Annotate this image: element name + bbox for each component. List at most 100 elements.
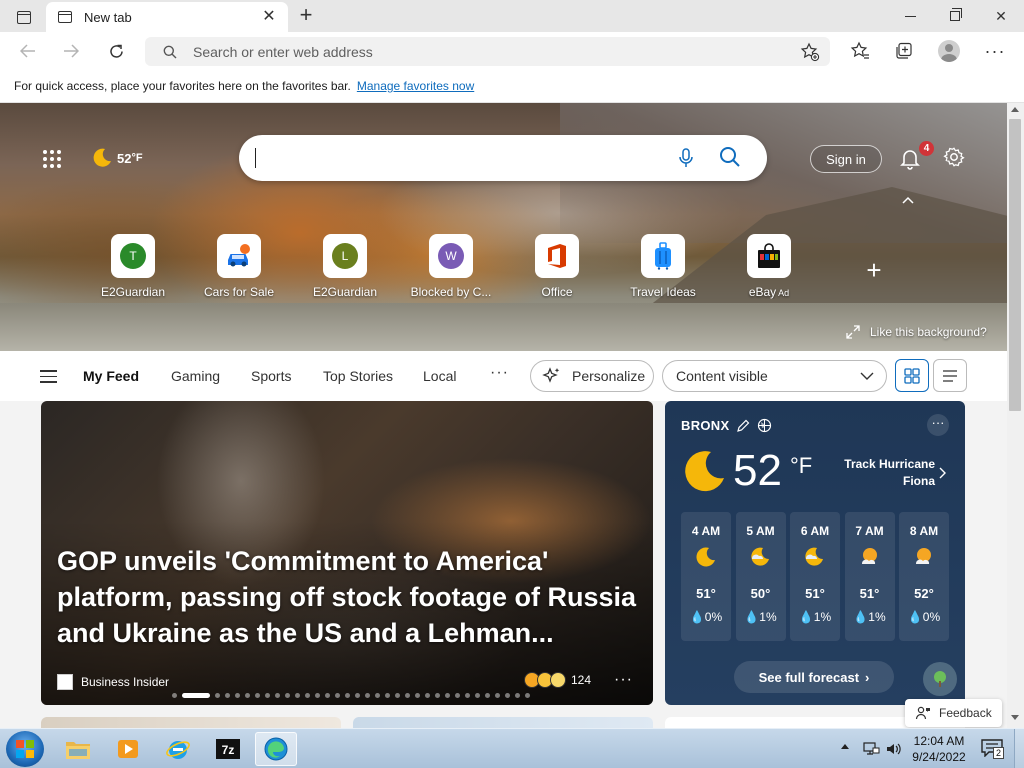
globe-icon[interactable]	[757, 418, 772, 433]
reactions-button[interactable]: 124	[524, 672, 591, 688]
taskbar-internet-explorer[interactable]	[157, 732, 199, 766]
network-icon[interactable]	[862, 740, 880, 758]
media-player-icon	[118, 740, 138, 758]
web-search-input[interactable]	[259, 143, 659, 173]
address-bar[interactable]: Search or enter web address	[145, 37, 830, 66]
hour-precip-value: 0%	[922, 610, 941, 624]
edit-pencil-icon[interactable]	[736, 419, 750, 433]
hour-precip-value: 0%	[704, 610, 723, 624]
list-view-button[interactable]	[933, 359, 967, 392]
new-tab-favicon-icon	[58, 11, 72, 23]
hurricane-alert-link[interactable]: Track Hurricane Fiona	[835, 456, 935, 490]
scroll-up-arrow-icon[interactable]	[1011, 107, 1019, 112]
grid-view-button[interactable]	[895, 359, 929, 392]
card-more-options-button[interactable]: ···	[614, 671, 633, 689]
add-favorite-icon[interactable]	[800, 42, 820, 62]
show-desktop-button[interactable]	[1014, 729, 1024, 768]
news-card-preview[interactable]	[353, 717, 653, 728]
feed-tab-my-feed[interactable]: My Feed	[83, 368, 139, 384]
tab-new-tab[interactable]: New tab ✕	[46, 2, 288, 32]
tree-badge-icon[interactable]	[923, 662, 957, 696]
page-settings-gear-icon[interactable]	[943, 146, 965, 168]
tab-close-icon[interactable]: ✕	[260, 8, 278, 26]
quick-link-e2guardian-2[interactable]: L E2Guardian	[300, 234, 390, 299]
list-view-icon	[943, 369, 957, 382]
see-full-forecast-button[interactable]: See full forecast ›	[734, 661, 894, 693]
hour-temp: 52°	[914, 586, 934, 601]
volume-icon[interactable]	[885, 740, 903, 758]
featured-news-card[interactable]: GOP unveils 'Commitment to America' plat…	[41, 401, 653, 705]
hourly-forecast-item[interactable]: 5 AM 50° 💧1%	[735, 512, 786, 641]
news-source[interactable]: Business Insider	[57, 674, 169, 690]
address-placeholder: Search or enter web address	[193, 43, 373, 60]
moon-icon	[685, 451, 724, 492]
collections-button[interactable]	[893, 41, 915, 61]
feed-tab-sports[interactable]: Sports	[251, 368, 291, 384]
start-button[interactable]	[6, 731, 44, 767]
weather-card[interactable]: BRONX ··· 52 °F Track Hurricane Fiona 4 …	[665, 401, 965, 705]
hourly-forecast-item[interactable]: 8 AM 52° 💧0%	[899, 512, 949, 641]
show-hidden-icons-arrow[interactable]	[841, 744, 849, 749]
personalize-button[interactable]: Personalize	[530, 360, 654, 392]
feed-more-button[interactable]: ···	[490, 364, 509, 382]
add-quick-link-button[interactable]: +	[862, 257, 886, 283]
feed-tab-top-stories[interactable]: Top Stories	[323, 368, 393, 384]
feed-tab-local[interactable]: Local	[423, 368, 456, 384]
quick-link-travel-ideas[interactable]: Travel Ideas	[618, 234, 708, 299]
manage-favorites-link[interactable]: Manage favorites now	[357, 79, 474, 93]
settings-and-more-button[interactable]: ···	[984, 41, 1006, 61]
close-window-button[interactable]: ✕	[978, 4, 1024, 28]
search-button-icon[interactable]	[719, 146, 741, 168]
scroll-down-arrow-icon[interactable]	[1011, 715, 1019, 720]
like-background-button[interactable]: Like this background?	[846, 325, 987, 339]
quick-link-cars-for-sale[interactable]: Cars for Sale	[194, 234, 284, 299]
microphone-icon[interactable]	[677, 148, 695, 168]
hamburger-menu-icon[interactable]	[40, 370, 58, 383]
new-tab-button[interactable]: +	[294, 4, 318, 28]
scroll-thumb[interactable]	[1009, 119, 1021, 411]
feedback-button[interactable]: Feedback	[905, 699, 1002, 727]
featured-headline[interactable]: GOP unveils 'Commitment to America' plat…	[57, 543, 647, 651]
hourly-forecast-item[interactable]: 4 AM 51° 💧0%	[681, 512, 731, 641]
weather-location[interactable]: BRONX	[681, 418, 772, 433]
clock-time: 12:04 AM	[913, 734, 965, 748]
taskbar-clock[interactable]: 12:04 AM 9/24/2022	[906, 733, 972, 765]
quick-link-office[interactable]: Office	[512, 234, 602, 299]
thinking-emoji-icon	[550, 672, 566, 688]
minimize-button[interactable]	[887, 4, 933, 28]
web-search-box[interactable]	[239, 135, 767, 181]
carousel-pagination[interactable]	[172, 693, 535, 698]
feed-tab-gaming[interactable]: Gaming	[171, 368, 220, 384]
quick-link-blocked[interactable]: W Blocked by C...	[406, 234, 496, 299]
quick-link-ebay[interactable]: eBay Ad	[724, 234, 814, 299]
taskbar-file-explorer[interactable]	[57, 732, 99, 766]
page-scrollbar[interactable]	[1007, 103, 1024, 728]
hero-weather[interactable]: 52 °F	[91, 147, 143, 169]
sign-in-button[interactable]: Sign in	[810, 145, 882, 173]
quick-link-e2guardian-1[interactable]: T E2Guardian	[88, 234, 178, 299]
favorites-button[interactable]	[849, 41, 871, 61]
taskbar-microsoft-edge[interactable]	[255, 732, 297, 766]
sun-cloud-icon	[915, 548, 931, 564]
hour-precip: 💧0%	[907, 610, 941, 624]
collapse-chevron-up-icon[interactable]	[900, 194, 916, 206]
news-card-preview[interactable]	[41, 717, 341, 728]
hourly-forecast-item[interactable]: 6 AM 51° 💧1%	[790, 512, 840, 641]
content-visibility-select[interactable]: Content visible	[662, 360, 887, 392]
weather-more-options-button[interactable]: ···	[927, 414, 949, 436]
profile-avatar[interactable]	[938, 40, 960, 62]
taskbar-media-player[interactable]	[107, 732, 149, 766]
refresh-button[interactable]	[101, 37, 131, 65]
taskbar-7zip[interactable]: 7z	[207, 732, 249, 766]
hour-precip: 💧1%	[853, 610, 886, 624]
forward-button[interactable]	[56, 37, 86, 65]
apps-launcher-icon[interactable]	[43, 150, 61, 168]
back-button[interactable]	[13, 37, 43, 65]
ad-label: Ad	[778, 288, 790, 298]
like-background-label: Like this background?	[870, 325, 987, 339]
forward-arrow-icon	[64, 44, 79, 58]
tab-actions-button[interactable]	[10, 6, 38, 28]
hourly-forecast-item[interactable]: 7 AM 51° 💧1%	[844, 512, 895, 641]
personalize-sparkle-icon	[542, 367, 560, 383]
restore-button[interactable]	[932, 4, 978, 28]
